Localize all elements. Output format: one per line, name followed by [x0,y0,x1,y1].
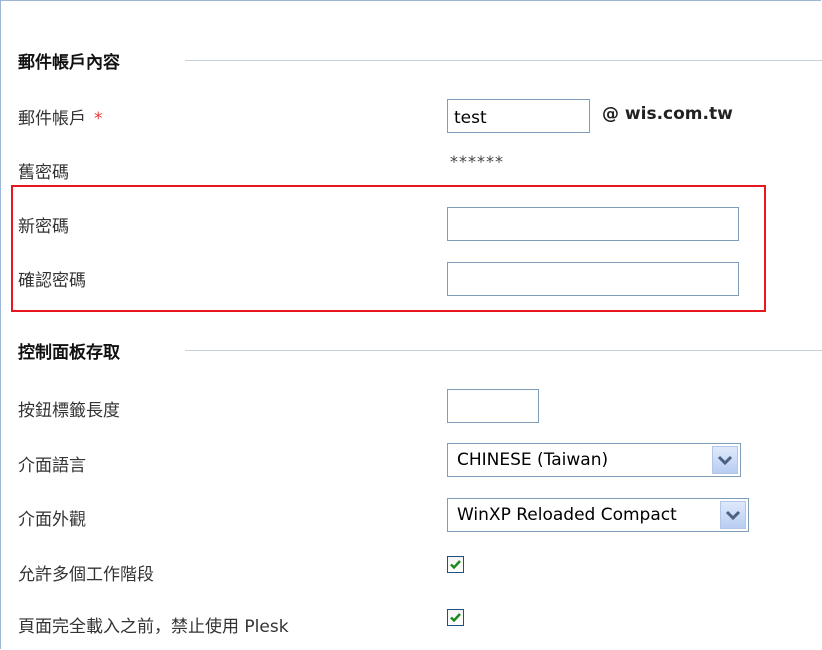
language-label: 介面語言 [18,456,86,476]
language-select[interactable]: CHINESE (Taiwan) [447,443,741,477]
block-until-loaded-label: 頁面完全載入之前，禁止使用 Plesk [18,617,289,637]
skin-selected-value: WinXP Reloaded Compact [457,505,677,525]
language-selected-value: CHINESE (Taiwan) [457,450,609,470]
skin-select[interactable]: WinXP Reloaded Compact [447,498,749,532]
checkmark-icon [450,560,461,570]
multi-session-label: 允許多個工作階段 [18,565,154,585]
confirm-password-label: 確認密碼 [18,271,86,291]
chevron-down-icon[interactable] [712,446,738,474]
button-label-length-input[interactable] [447,389,539,423]
new-password-input[interactable] [447,207,739,241]
confirm-password-input[interactable] [447,262,739,296]
required-asterisk: * [94,109,103,129]
chevron-down-icon[interactable] [720,501,746,529]
skin-label: 介面外觀 [18,510,86,530]
section-title-panel: 控制面板存取 [18,343,120,363]
mail-account-input[interactable] [447,99,590,133]
section-divider [185,60,822,61]
block-until-loaded-checkbox[interactable] [447,609,464,626]
button-label-length-label: 按鈕標籤長度 [18,401,120,421]
section-title-account: 郵件帳戶內容 [18,53,120,73]
old-password-value: ****** [450,152,504,171]
mail-account-label: 郵件帳戶 * [18,109,103,129]
section-divider [185,350,822,351]
old-password-label: 舊密碼 [18,163,69,183]
multi-session-checkbox[interactable] [447,556,464,573]
settings-panel [0,0,821,649]
mail-domain: @ wis.com.tw [602,104,733,124]
checkmark-icon [450,613,461,623]
new-password-label: 新密碼 [18,217,69,237]
